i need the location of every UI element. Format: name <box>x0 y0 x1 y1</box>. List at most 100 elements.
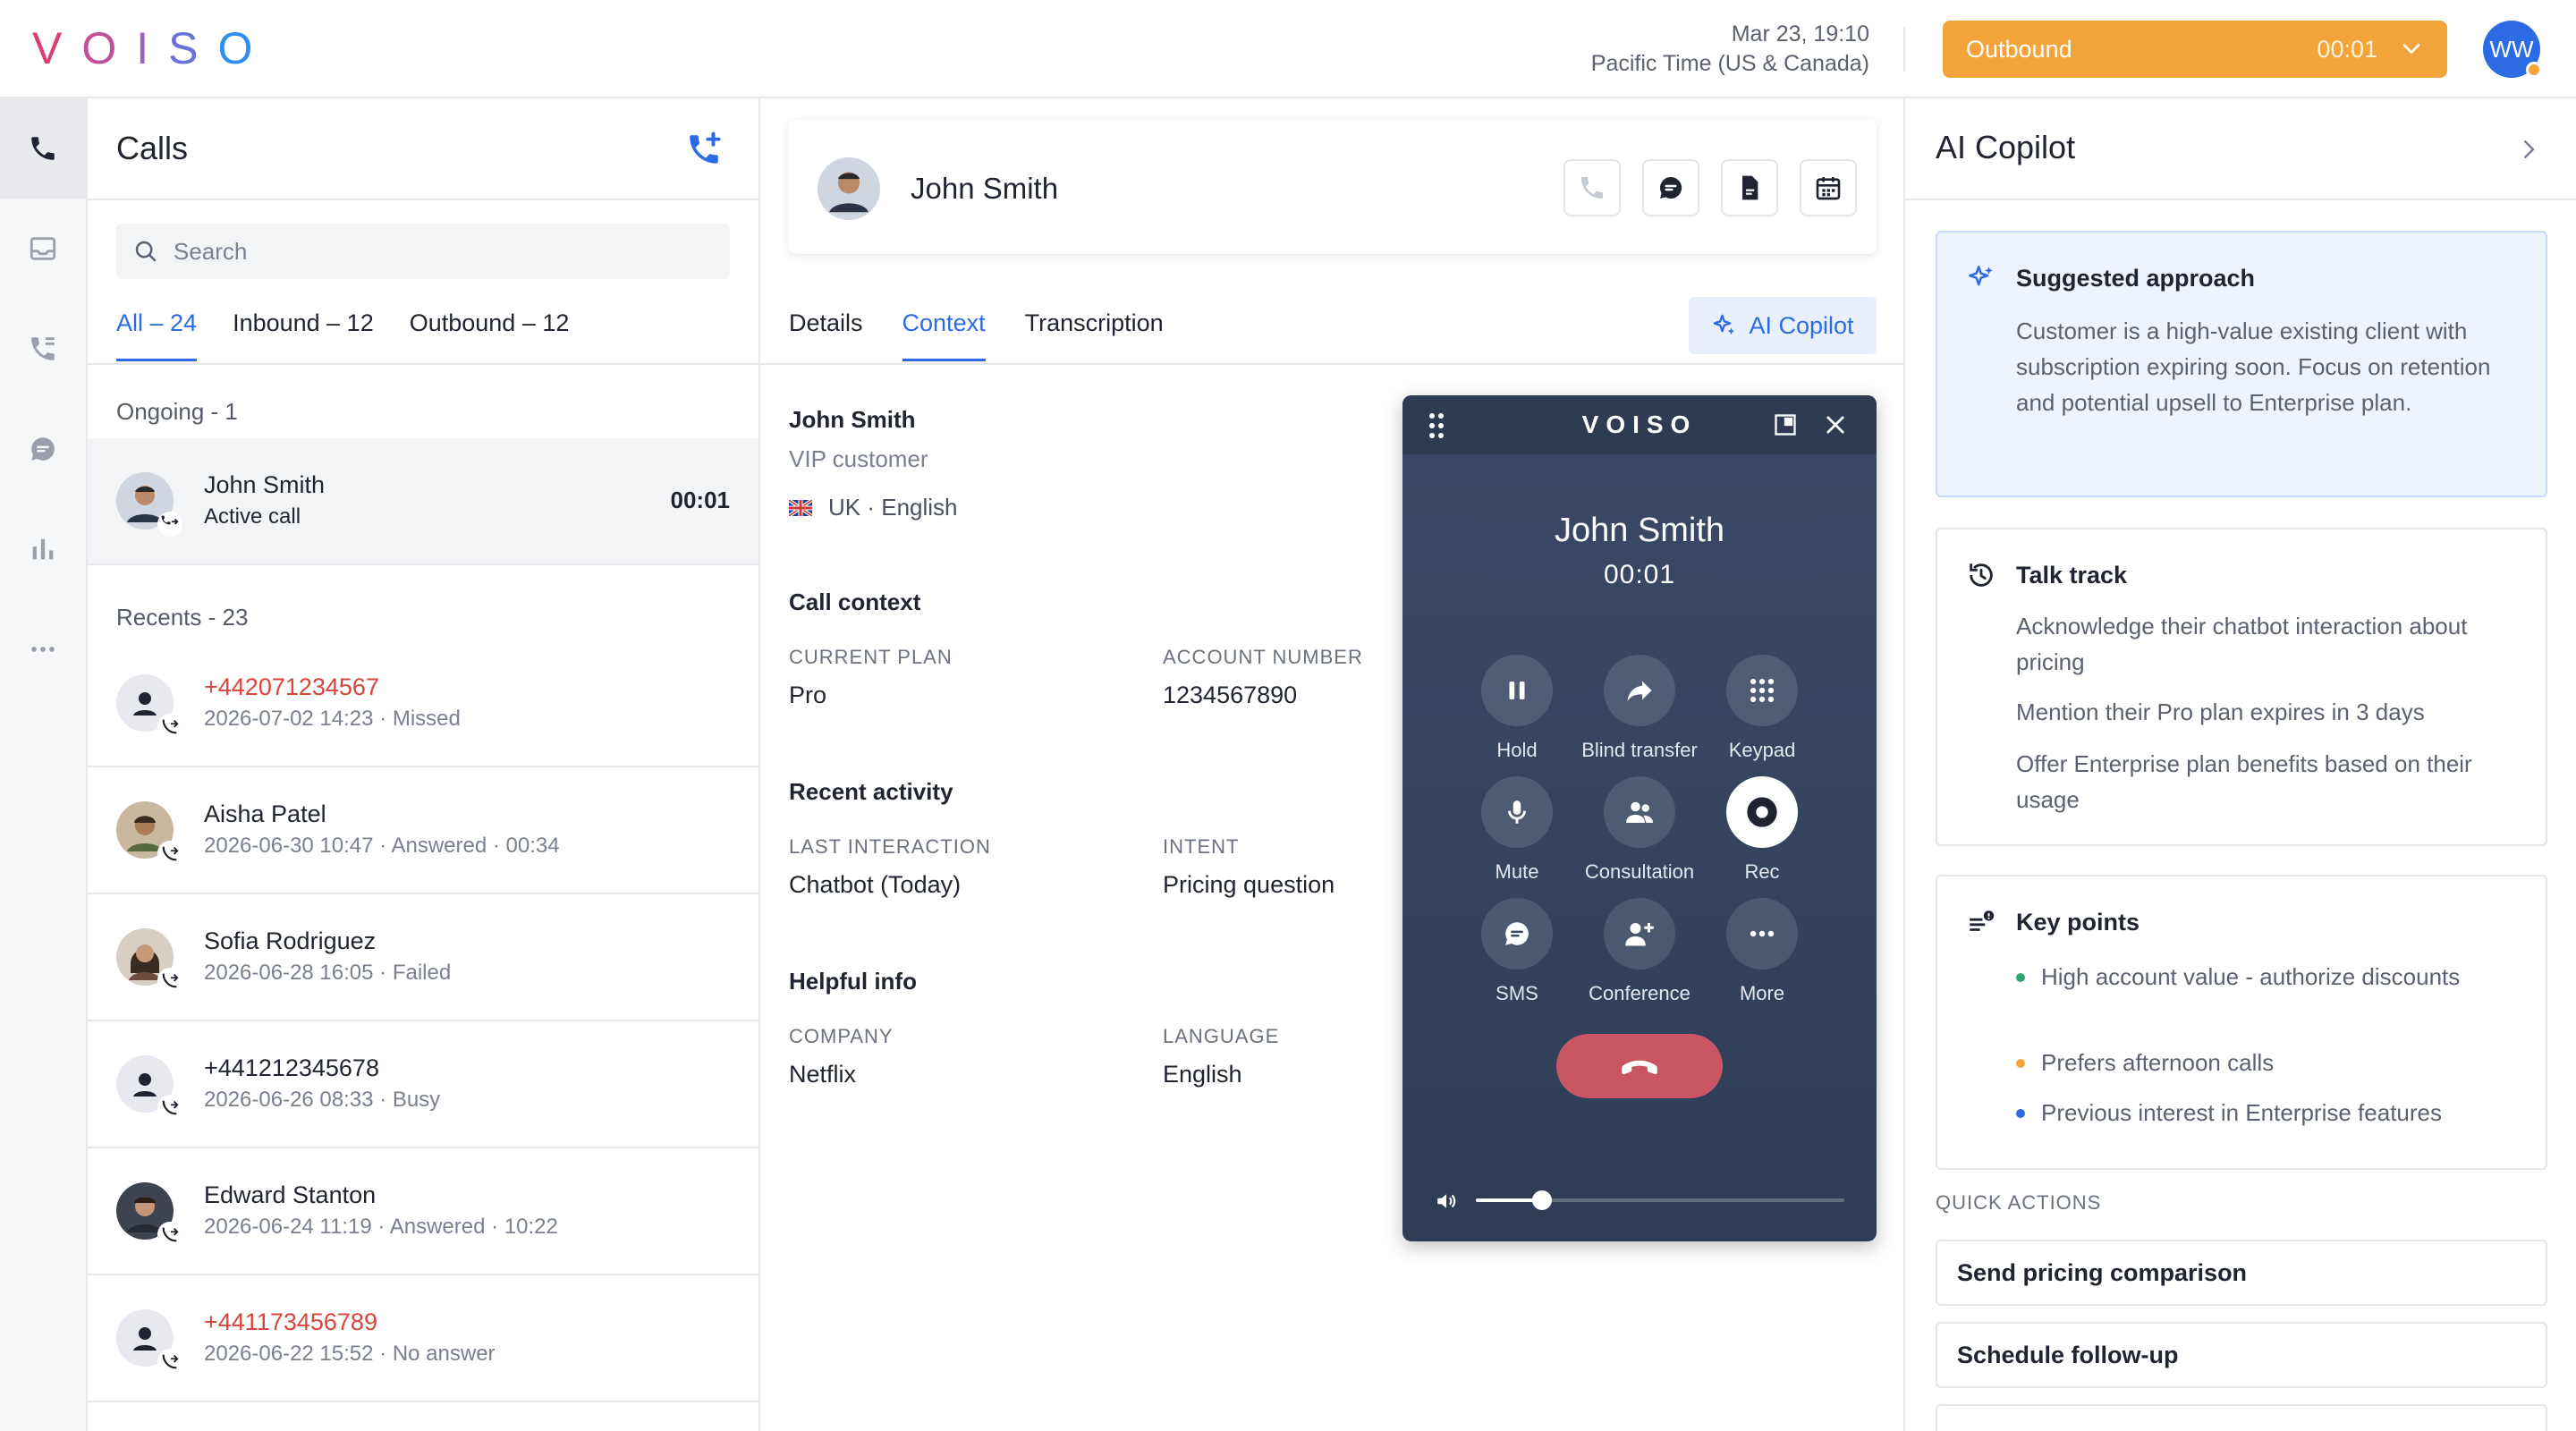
logo-letter: V <box>32 23 64 73</box>
account-number-value: 1234567890 <box>1163 682 1298 708</box>
hangup-button[interactable] <box>1556 1034 1723 1098</box>
tab-transcription[interactable]: Transcription <box>1025 309 1164 361</box>
blind-transfer-button[interactable]: Blind transfer <box>1577 655 1702 762</box>
list-alert-icon <box>1970 910 1995 931</box>
phone-icon <box>31 137 55 160</box>
recent-call-row[interactable]: Aisha Patel 2026-06-30 10:47 · Answered ·… <box>88 767 758 894</box>
voiso-logo: V O I S O <box>32 23 254 73</box>
record-button[interactable]: Rec <box>1699 776 1825 884</box>
softphone-contact-name: John Smith <box>1554 512 1725 549</box>
contact-avatar <box>116 1309 182 1374</box>
key-point-text: Prefers afternoon calls <box>2041 1049 2275 1076</box>
locale-text: UK · English <box>828 494 958 521</box>
key-point-item: High account value - authorize discounts <box>2016 959 2517 995</box>
volume-icon <box>1437 1194 1456 1208</box>
quick-action-schedule-follow-up[interactable]: Schedule follow-up <box>1936 1322 2547 1388</box>
suggested-approach-card: Suggested approach Customer is a high-va… <box>1936 231 2547 497</box>
nav-calls[interactable] <box>0 98 86 199</box>
call-direction-icon <box>157 968 182 993</box>
call-button[interactable] <box>1563 159 1621 216</box>
ai-copilot-button[interactable]: AI Copilot <box>1689 297 1877 354</box>
recent-call-row[interactable]: +441212345678 2026-06-26 08:33 · Busy <box>88 1021 758 1148</box>
keypad-button[interactable]: Keypad <box>1699 655 1825 762</box>
contact-avatar <box>116 801 182 866</box>
sms-button[interactable]: SMS <box>1454 898 1580 1005</box>
chevron-right-icon[interactable] <box>2515 136 2542 163</box>
conference-button[interactable]: Conference <box>1577 898 1702 1005</box>
ai-copilot-label: AI Copilot <box>1749 311 1854 339</box>
contact-avatar <box>116 1055 182 1120</box>
contact-name: Aisha Patel <box>204 800 326 827</box>
contact-tabs: Details Context Transcription <box>789 309 1164 361</box>
status-dropdown[interactable]: Outbound 00:01 <box>1943 21 2447 78</box>
ongoing-call-row[interactable]: John Smith Active call 00:01 <box>88 438 758 565</box>
consultation-button[interactable]: Consultation <box>1577 776 1702 884</box>
call-direction-icon <box>157 1095 182 1120</box>
notes-button[interactable] <box>1721 159 1778 216</box>
chat-icon <box>1659 176 1682 199</box>
nav-stats[interactable] <box>0 499 86 599</box>
last-interaction-value: Chatbot (Today) <box>789 871 962 898</box>
volume-slider-handle[interactable] <box>1532 1190 1552 1210</box>
quick-action-more[interactable] <box>1936 1404 2547 1431</box>
forward-arrow-icon <box>1627 681 1652 701</box>
keypad-label: Keypad <box>1728 739 1796 761</box>
nav-rail <box>0 98 88 1431</box>
contact-avatar <box>116 928 182 993</box>
more-icon <box>1750 930 1775 937</box>
language-label: LANGUAGE <box>1163 1025 1280 1047</box>
outgoing-arrow-icon <box>157 512 182 537</box>
bullet-dot <box>2016 973 2025 982</box>
calls-tabs: All – 24 Inbound – 12 Outbound – 12 <box>116 309 569 361</box>
talk-track-title: Talk track <box>2016 562 2128 588</box>
tabs-divider <box>88 363 758 365</box>
call-direction-icon <box>157 1222 182 1247</box>
more-button[interactable]: More <box>1699 898 1825 1005</box>
nav-inbox[interactable] <box>0 199 86 299</box>
datetime: Mar 23, 19:10 Pacific Time (US & Canada) <box>1591 20 1869 79</box>
key-point-item: Previous interest in Enterprise features <box>2016 1095 2517 1130</box>
locale: UK · English <box>789 494 958 521</box>
nav-call-log[interactable] <box>0 299 86 399</box>
calendar-button[interactable] <box>1800 159 1857 216</box>
popout-icon[interactable] <box>1773 412 1798 437</box>
more-icon <box>31 647 55 652</box>
recent-call-row[interactable]: +442071234567 2026-07-02 14:23 · Missed <box>88 640 758 767</box>
current-plan-label: CURRENT PLAN <box>789 646 953 668</box>
ai-copilot-panel: AI Copilot Suggested approach Customer i… <box>1905 98 2576 1431</box>
recent-call-row[interactable]: Edward Stanton 2026-06-24 11:19 · Answere… <box>88 1148 758 1275</box>
tab-all[interactable]: All – 24 <box>116 309 198 361</box>
key-point-text: High account value - authorize discounts <box>2041 963 2461 990</box>
tab-details[interactable]: Details <box>789 309 863 361</box>
close-icon[interactable] <box>1823 412 1848 437</box>
helpful-info-title: Helpful info <box>789 968 917 995</box>
chat-button[interactable] <box>1642 159 1699 216</box>
recent-call-row[interactable]: Sofia Rodriguez 2026-06-28 16:05 · Failed <box>88 894 758 1021</box>
new-call-button[interactable] <box>685 131 723 168</box>
tab-context[interactable]: Context <box>902 309 986 361</box>
key-points-card: Key points High account value - authoriz… <box>1936 875 2547 1170</box>
search-input[interactable] <box>174 237 674 266</box>
tab-inbound[interactable]: Inbound – 12 <box>233 309 374 361</box>
quick-action-send-pricing[interactable]: Send pricing comparison <box>1936 1240 2547 1306</box>
suggested-approach-text: Customer is a high-value existing client… <box>2016 318 2491 416</box>
softphone-brand: VOISO <box>1581 411 1698 438</box>
hold-button[interactable]: Hold <box>1454 655 1580 762</box>
current-plan-value: Pro <box>789 682 827 708</box>
last-interaction-label: LAST INTERACTION <box>789 835 991 858</box>
contact-name: +441212345678 <box>204 1054 379 1081</box>
hangup-icon <box>1622 1060 1657 1075</box>
recent-call-row[interactable]: +441173456789 2026-06-22 15:52 · No answe… <box>88 1275 758 1402</box>
talk-track-item: Mention their Pro plan expires in 3 days <box>2016 699 2425 725</box>
sparkle-icon <box>1714 314 1735 334</box>
nav-more[interactable] <box>0 599 86 699</box>
user-avatar[interactable]: WW <box>2483 21 2542 78</box>
calls-panel: Calls All – 24 Inbound – 12 Outbound – 1… <box>88 98 760 1431</box>
status-timer: 00:01 <box>2317 35 2377 63</box>
mute-button[interactable]: Mute <box>1454 776 1580 884</box>
tab-outbound[interactable]: Outbound – 12 <box>410 309 570 361</box>
sms-label: SMS <box>1496 982 1538 1004</box>
nav-chat[interactable] <box>0 399 86 499</box>
call-direction-icon <box>157 1349 182 1374</box>
calls-title: Calls <box>116 130 189 166</box>
